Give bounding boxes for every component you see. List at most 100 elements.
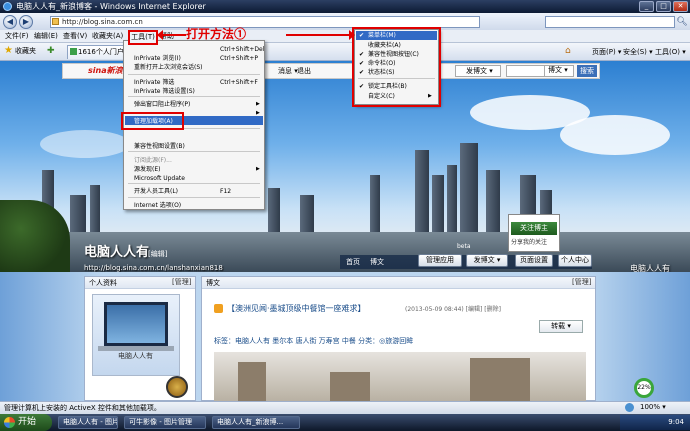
search-scope-select[interactable]: 博文 ▾ (544, 65, 574, 77)
article-meta[interactable]: (2013-05-09 08:44) [编辑] [删除] (405, 305, 501, 314)
avatar-laptop-base (98, 346, 174, 351)
menu-separator (128, 96, 260, 97)
tab-favicon-icon (70, 48, 77, 55)
page-settings-button[interactable]: 页面设置 (515, 254, 553, 267)
banner-building (460, 143, 478, 232)
manage-apps-button[interactable]: 管理应用 (418, 254, 462, 267)
windows-logo-icon (4, 417, 15, 428)
article-title[interactable]: 【澳洲见闻·墨城顶级中餐馆一座难求】 (227, 303, 366, 314)
submenu-arrow-icon: ▶ (256, 110, 260, 116)
tools-menu-item[interactable]: Microsoft Update (134, 174, 185, 183)
window-title: 电脑人人有_新浪博客 - Windows Internet Explorer (16, 2, 206, 11)
blog-nav-articles[interactable]: 博文 (370, 257, 384, 267)
article-tags[interactable]: 标签：电脑人人有 墨尔本 唐人街 万寿宫 中餐 分类：◎旅游回眸 (214, 337, 413, 346)
user-center-button[interactable]: 个人中心 (558, 254, 592, 267)
minimize-button[interactable]: _ (639, 1, 654, 12)
tools-menu-item[interactable]: 源发现(E) (134, 165, 160, 174)
status-bar: 管理计算机上安装的 ActiveX 控件和其他加载项。 (0, 401, 690, 414)
beta-label: beta (457, 243, 471, 250)
annotation-arrow-left (157, 30, 186, 40)
tools-menu-item[interactable]: InPrivate 筛选 (134, 78, 174, 87)
menu-edit[interactable]: 编辑(E) (34, 31, 58, 42)
favorites-star-icon[interactable]: ★ (4, 46, 14, 56)
favorites-button[interactable]: 收藏夹 (15, 47, 36, 56)
home-icon[interactable]: ⌂ (565, 46, 575, 56)
banner-building (300, 195, 314, 232)
menu-shortcut: Ctrl+Shift+F (220, 79, 258, 86)
banner-building (90, 185, 100, 232)
annotation-box-manage-addons (121, 112, 184, 130)
safety-menu-button[interactable]: 安全(S) ▾ (623, 47, 653, 57)
logout-link[interactable]: 退出 (297, 66, 311, 76)
banner-building (370, 175, 380, 232)
photo-building (330, 372, 370, 401)
maximize-button[interactable]: □ (656, 1, 671, 12)
menu-tools[interactable]: 工具(T) (128, 30, 158, 45)
submenu-arrow-icon: ▶ (256, 166, 260, 172)
messages-link[interactable]: 消息 ▾ (278, 66, 298, 76)
menu-shortcut: F12 (220, 188, 232, 195)
banner-cloud (40, 130, 130, 158)
taskbar-item[interactable]: 可牛影像 - 图片管理 (124, 416, 206, 429)
follow-blogger-button[interactable]: 关注博主 (511, 222, 557, 235)
annotation-text: 打开方法① (186, 27, 247, 41)
sina-logo[interactable]: sina新浪 (88, 65, 123, 77)
menu-favorites[interactable]: 收藏夹(A) (92, 31, 123, 42)
post-article-button[interactable]: 发博文 ▾ (455, 65, 501, 77)
tools-menu-item[interactable]: 订阅此源(F)... (134, 156, 172, 165)
zoom-gauge[interactable]: 22% (634, 378, 654, 398)
menu-view[interactable]: 查看(V) (63, 31, 87, 42)
banner-building (432, 175, 444, 232)
tools-menu-item[interactable]: InPrivate 浏览(I) (134, 54, 181, 63)
banner-building (486, 170, 500, 232)
close-button[interactable]: ✕ (673, 1, 688, 12)
taskbar-item[interactable]: 电脑人人有 - 图片... (58, 416, 118, 429)
repost-button[interactable]: 转载 ▾ (539, 320, 583, 333)
clock[interactable]: 9:04 (668, 418, 684, 426)
page-favicon-icon (52, 18, 59, 25)
menu-file[interactable]: 文件(F) (5, 31, 29, 42)
follow-share-link[interactable]: 分享我的关注 (511, 239, 547, 247)
article-manage-link[interactable]: [管理] (572, 277, 591, 287)
blog-title[interactable]: 电脑人人有 (84, 245, 149, 261)
search-input[interactable] (545, 16, 675, 28)
ie-logo-icon (3, 2, 12, 11)
tools-menu-item[interactable]: 弹出窗口阻止程序(P) (134, 100, 190, 109)
avatar-laptop-screen (104, 302, 168, 346)
tools-menu-item[interactable]: 重新打开上次浏览会话(S) (134, 63, 203, 72)
menu-separator (128, 197, 260, 198)
article-title-icon (214, 304, 223, 313)
forward-button[interactable]: ▶ (19, 15, 33, 29)
internet-zone-icon[interactable] (625, 403, 634, 412)
back-button[interactable]: ◀ (3, 15, 17, 29)
annotation-box-toolbars (352, 27, 441, 107)
article-panel-header: 博文 (202, 277, 595, 289)
add-favorite-icon[interactable]: ✚ (47, 46, 57, 56)
blog-title-edit-link[interactable]: [编辑] (148, 250, 167, 259)
search-icon[interactable]: 🔍︎ (676, 16, 688, 28)
tools-menu-item[interactable]: Internet 选项(O) (134, 201, 181, 210)
tools-menu-item[interactable]: 开发人员工具(L) (134, 187, 178, 196)
article-photo[interactable] (214, 352, 586, 401)
banner-building (415, 150, 429, 232)
tools-command-button[interactable]: 工具(O) ▾ (655, 47, 686, 57)
menu-shortcut: Ctrl+Shift+Del (220, 46, 265, 53)
submenu-arrow-icon: ▶ (256, 101, 260, 107)
banner-cloud (560, 115, 670, 155)
window-title-bar: 电脑人人有_新浪博客 - Windows Internet Explorer (0, 0, 690, 13)
header-post-button[interactable]: 发博文 ▾ (466, 254, 508, 267)
page-menu-button[interactable]: 页面(P) ▾ (592, 47, 621, 57)
blog-search-button[interactable]: 搜索 (577, 65, 597, 77)
zoom-level[interactable]: 100% ▾ (640, 402, 666, 413)
banner-building (447, 165, 457, 232)
banner-building (70, 195, 86, 232)
blog-nav-home[interactable]: 首页 (346, 257, 360, 267)
profile-manage-link[interactable]: [管理] (172, 277, 191, 287)
banner-building (268, 188, 280, 232)
menu-separator (128, 151, 260, 152)
taskbar-item[interactable]: 电脑人人有_新浪博... (212, 416, 300, 429)
photo-building (238, 362, 266, 401)
tools-menu-item[interactable]: 兼容性视图设置(B) (134, 142, 185, 151)
tools-menu-item[interactable]: InPrivate 筛选设置(S) (134, 87, 195, 96)
photo-building (470, 358, 530, 401)
